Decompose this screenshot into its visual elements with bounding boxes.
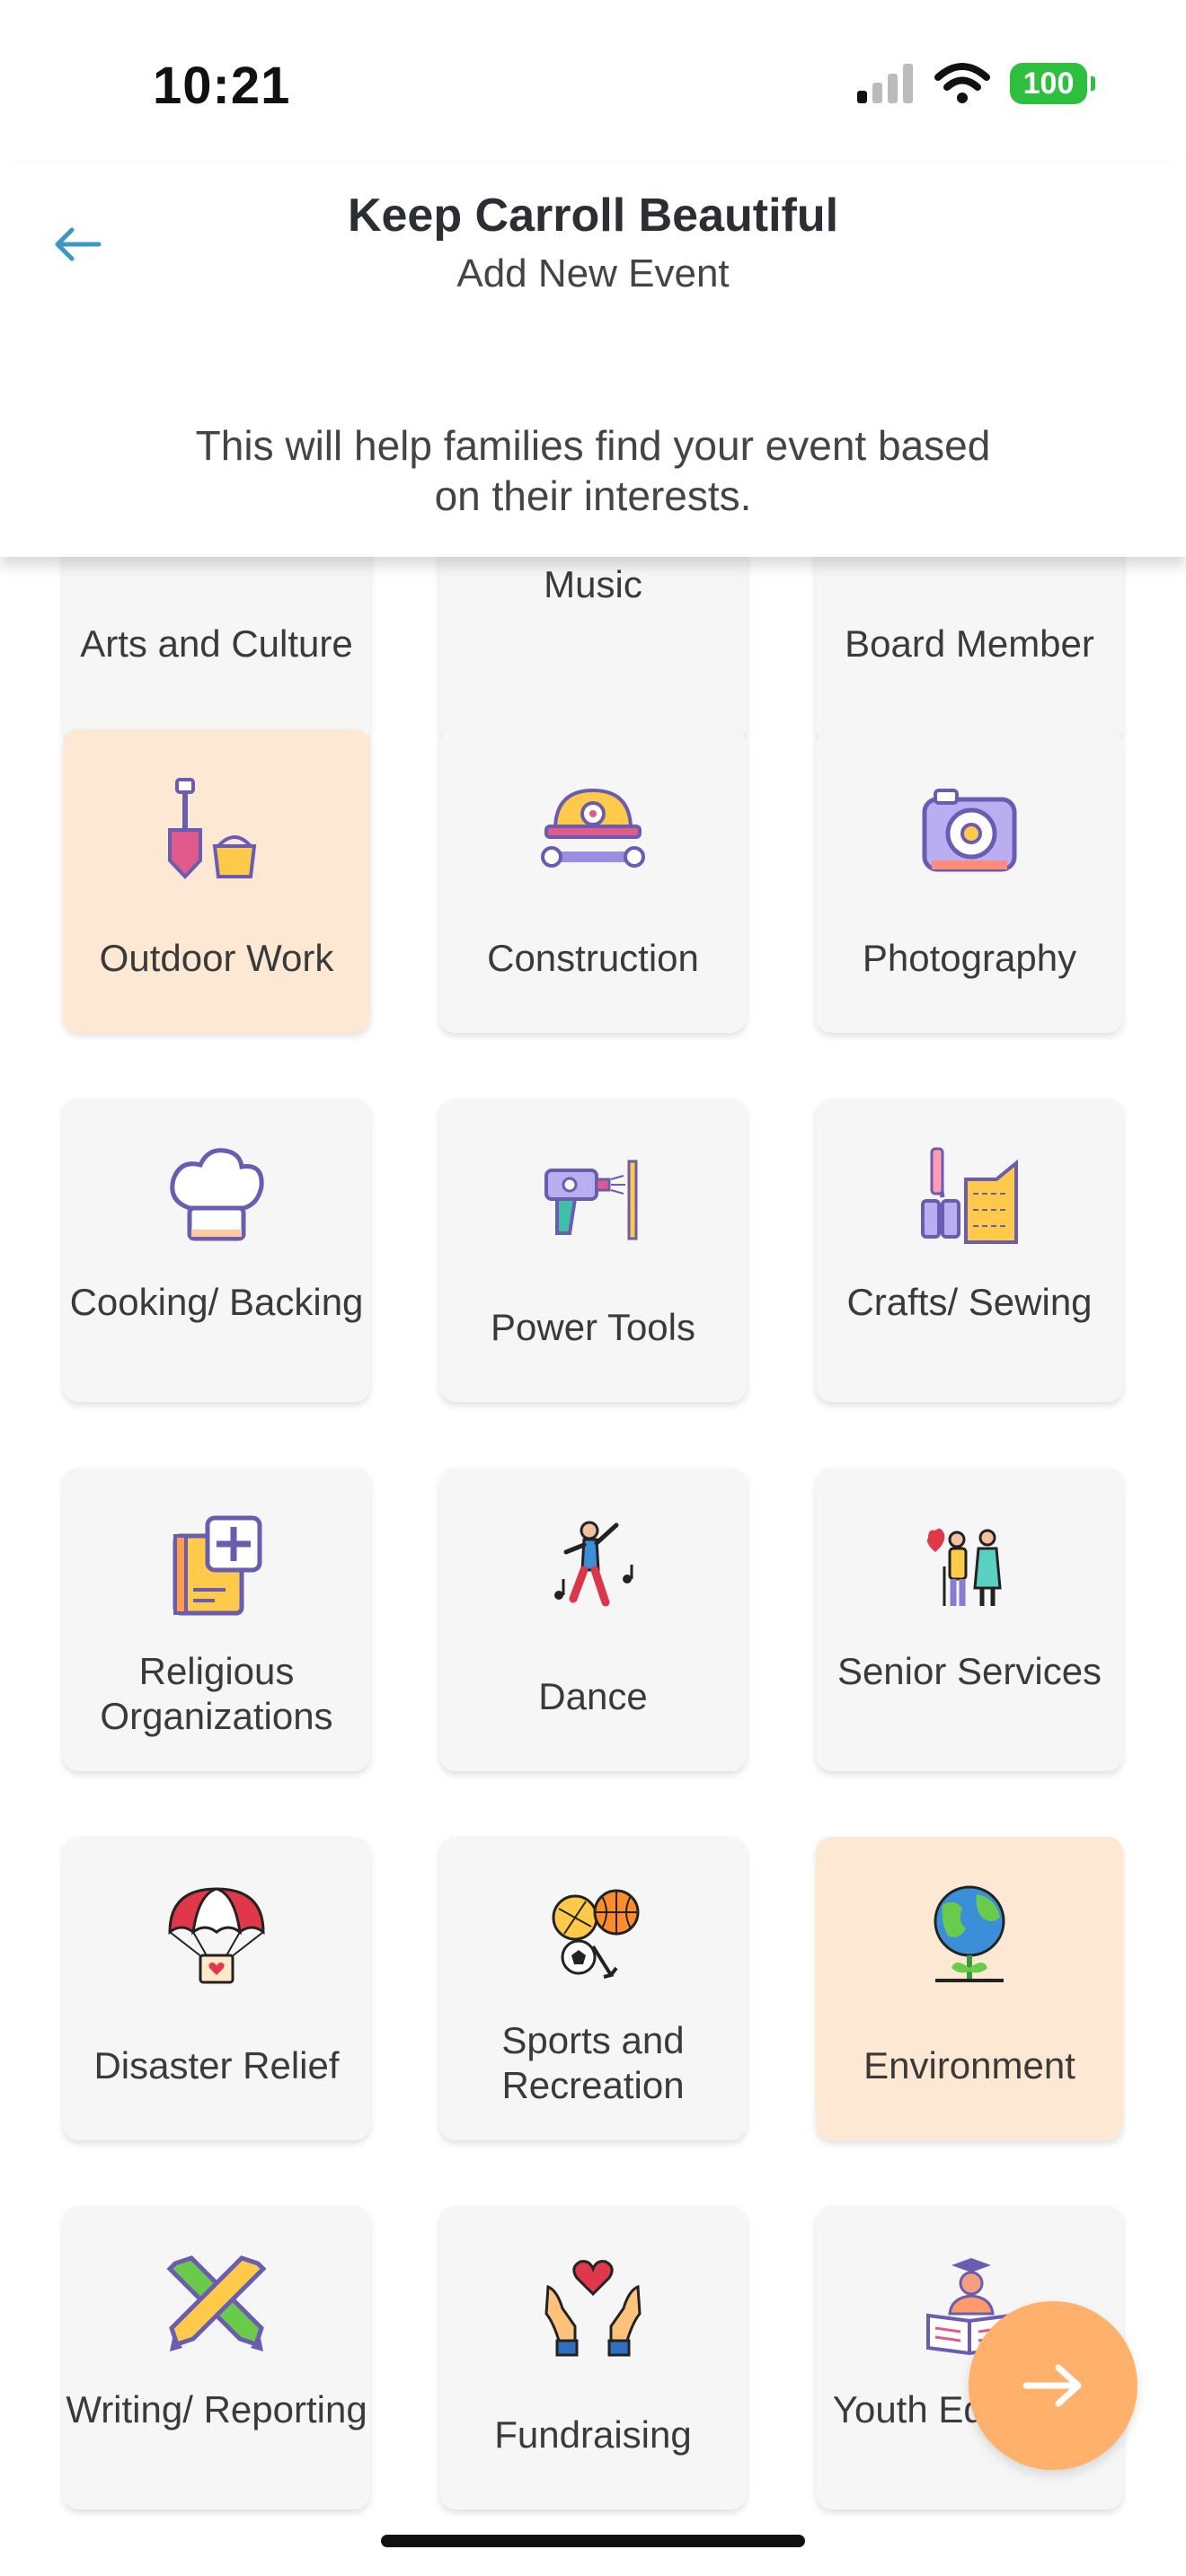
tile-dance[interactable]: Dance [439, 1468, 747, 1771]
tile-power-tools[interactable]: Power Tools [439, 1098, 747, 1402]
shovel-bucket-icon [168, 778, 257, 879]
next-button[interactable] [969, 2301, 1137, 2470]
drill-icon [544, 1160, 638, 1240]
tile-label: Crafts/ Sewing [846, 1281, 1093, 1323]
hands-heart-icon [544, 2260, 642, 2357]
tile-label: Dance [538, 1675, 648, 1717]
tile-label: Board Member [845, 622, 1094, 665]
tile-label: Music [544, 563, 642, 605]
tile-disaster-relief[interactable]: Disaster Relief [63, 1837, 370, 2140]
chef-hat-icon [170, 1148, 264, 1241]
dancer-icon [554, 1521, 633, 1607]
tile-label: Cooking/ Backing [69, 1281, 364, 1323]
tile-environment[interactable]: Environment [816, 1837, 1123, 2140]
tile-writing-reporting[interactable]: Writing/ Reporting [63, 2206, 370, 2510]
scissors-fabric-icon [921, 1147, 1018, 1244]
parachute-icon [168, 1887, 265, 1984]
status-time: 10:21 [153, 57, 291, 115]
tile-outdoor-work[interactable]: Outdoor Work [63, 729, 370, 1033]
tile-label: Sports and Recreation [501, 2019, 685, 2106]
tile-religious-organizations[interactable]: Religious Organizations [63, 1468, 370, 1771]
tile-construction[interactable]: Construction [439, 729, 747, 1033]
help-text: This will help families find your event … [195, 422, 991, 519]
bible-icon [173, 1515, 262, 1616]
tile-label: Senior Services [836, 1650, 1102, 1692]
globe-plant-icon [934, 1885, 1005, 1982]
tile-cooking-backing[interactable]: Cooking/ Backing [63, 1098, 370, 1402]
page-subtitle: Add New Event [456, 251, 730, 296]
arrow-right-icon [1022, 2364, 1082, 2407]
battery-level: 100 [1022, 66, 1075, 101]
hard-hat-icon [541, 788, 645, 868]
tile-photography[interactable]: Photography [816, 729, 1123, 1033]
tile-label: Photography [862, 937, 1077, 979]
tile-crafts-sewing[interactable]: Crafts/ Sewing [816, 1098, 1123, 1402]
tile-fundraising[interactable]: Fundraising [439, 2206, 747, 2510]
tile-sports-and-recreation[interactable]: Sports and Recreation [439, 1837, 747, 2140]
tile-label: Environment [863, 2044, 1075, 2086]
tile-label: Fundraising [494, 2413, 692, 2456]
seniors-icon [927, 1528, 1002, 1606]
tile-label: Religious Organizations [100, 1650, 333, 1737]
tile-label: Writing/ Reporting [66, 2388, 367, 2430]
status-icons: 100 [857, 63, 1095, 104]
home-indicator[interactable] [381, 2535, 805, 2547]
sports-balls-icon [552, 1889, 640, 1979]
tile-label: Outdoor Work [99, 937, 334, 979]
wifi-icon [934, 63, 990, 103]
tile-label: Disaster Relief [93, 2044, 340, 2086]
tile-label: Arts and Culture [80, 622, 353, 665]
page-header: Keep Carroll Beautiful Add New Event Thi… [0, 162, 1186, 557]
tile-label: Power Tools [490, 1306, 695, 1348]
camera-icon [922, 789, 1017, 872]
tile-label: Construction [487, 937, 699, 979]
page-title: Keep Carroll Beautiful [347, 190, 839, 242]
battery-indicator: 100 [1010, 63, 1095, 104]
tile-senior-services[interactable]: Senior Services [816, 1468, 1123, 1771]
signal-icon [857, 64, 913, 103]
pencils-icon [166, 2255, 267, 2351]
status-bar: 10:21 100 [0, 0, 1186, 162]
